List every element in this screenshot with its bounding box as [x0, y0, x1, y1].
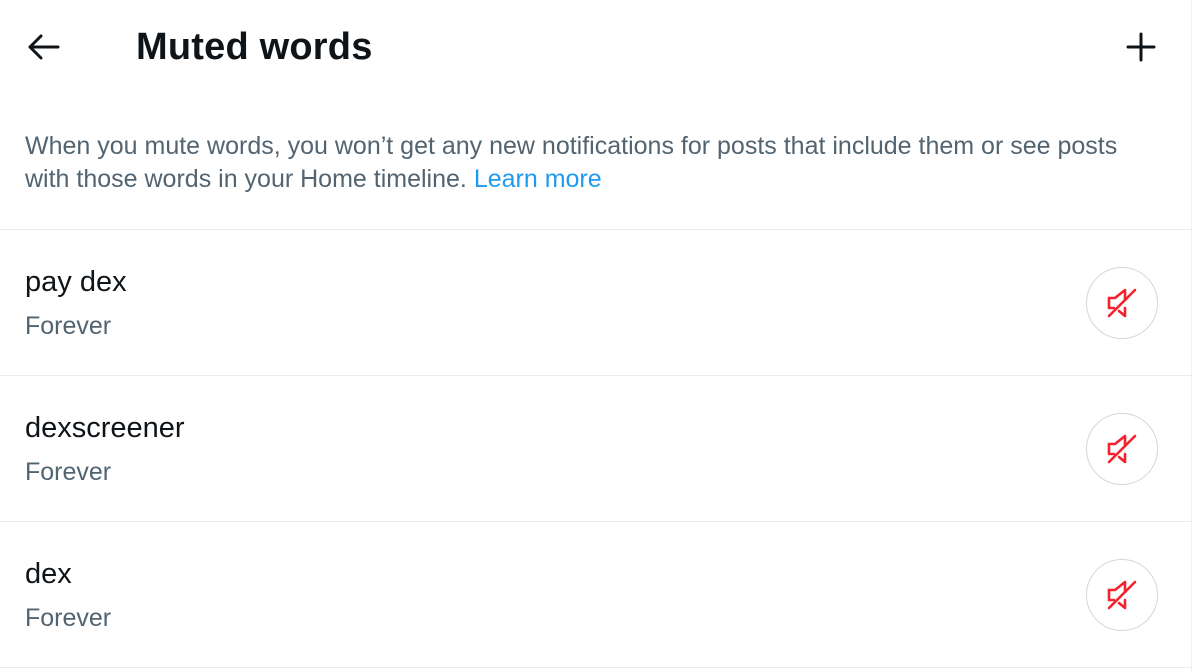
- muted-word-duration: Forever: [25, 458, 112, 486]
- muted-word-text: dex: [25, 558, 72, 590]
- muted-word-row: dexscreener Forever: [0, 376, 1192, 522]
- unmute-button[interactable]: [1086, 267, 1158, 339]
- header: Muted words: [0, 0, 1191, 96]
- muted-word-row: pay dex Forever: [0, 230, 1192, 376]
- unmute-speaker-icon: [1107, 434, 1137, 464]
- muted-word-duration: Forever: [25, 604, 112, 632]
- description: When you mute words, you won’t get any n…: [25, 130, 1165, 196]
- muted-word-text: dexscreener: [25, 412, 185, 444]
- muted-word-row: dex Forever: [0, 522, 1192, 668]
- unmute-speaker-icon: [1107, 580, 1137, 610]
- unmute-button[interactable]: [1086, 559, 1158, 631]
- unmute-button[interactable]: [1086, 413, 1158, 485]
- learn-more-link[interactable]: Learn more: [474, 165, 602, 193]
- divider: [0, 667, 1192, 668]
- muted-word-text: pay dex: [25, 266, 127, 298]
- unmute-speaker-icon: [1107, 288, 1137, 318]
- page-title: Muted words: [136, 26, 373, 68]
- muted-words-page: Muted words When you mute words, you won…: [0, 0, 1192, 672]
- add-muted-word-button[interactable]: [1113, 22, 1169, 72]
- plus-icon: [1126, 32, 1156, 62]
- muted-word-duration: Forever: [25, 312, 112, 340]
- arrow-left-icon: [28, 34, 60, 60]
- back-button[interactable]: [16, 22, 72, 72]
